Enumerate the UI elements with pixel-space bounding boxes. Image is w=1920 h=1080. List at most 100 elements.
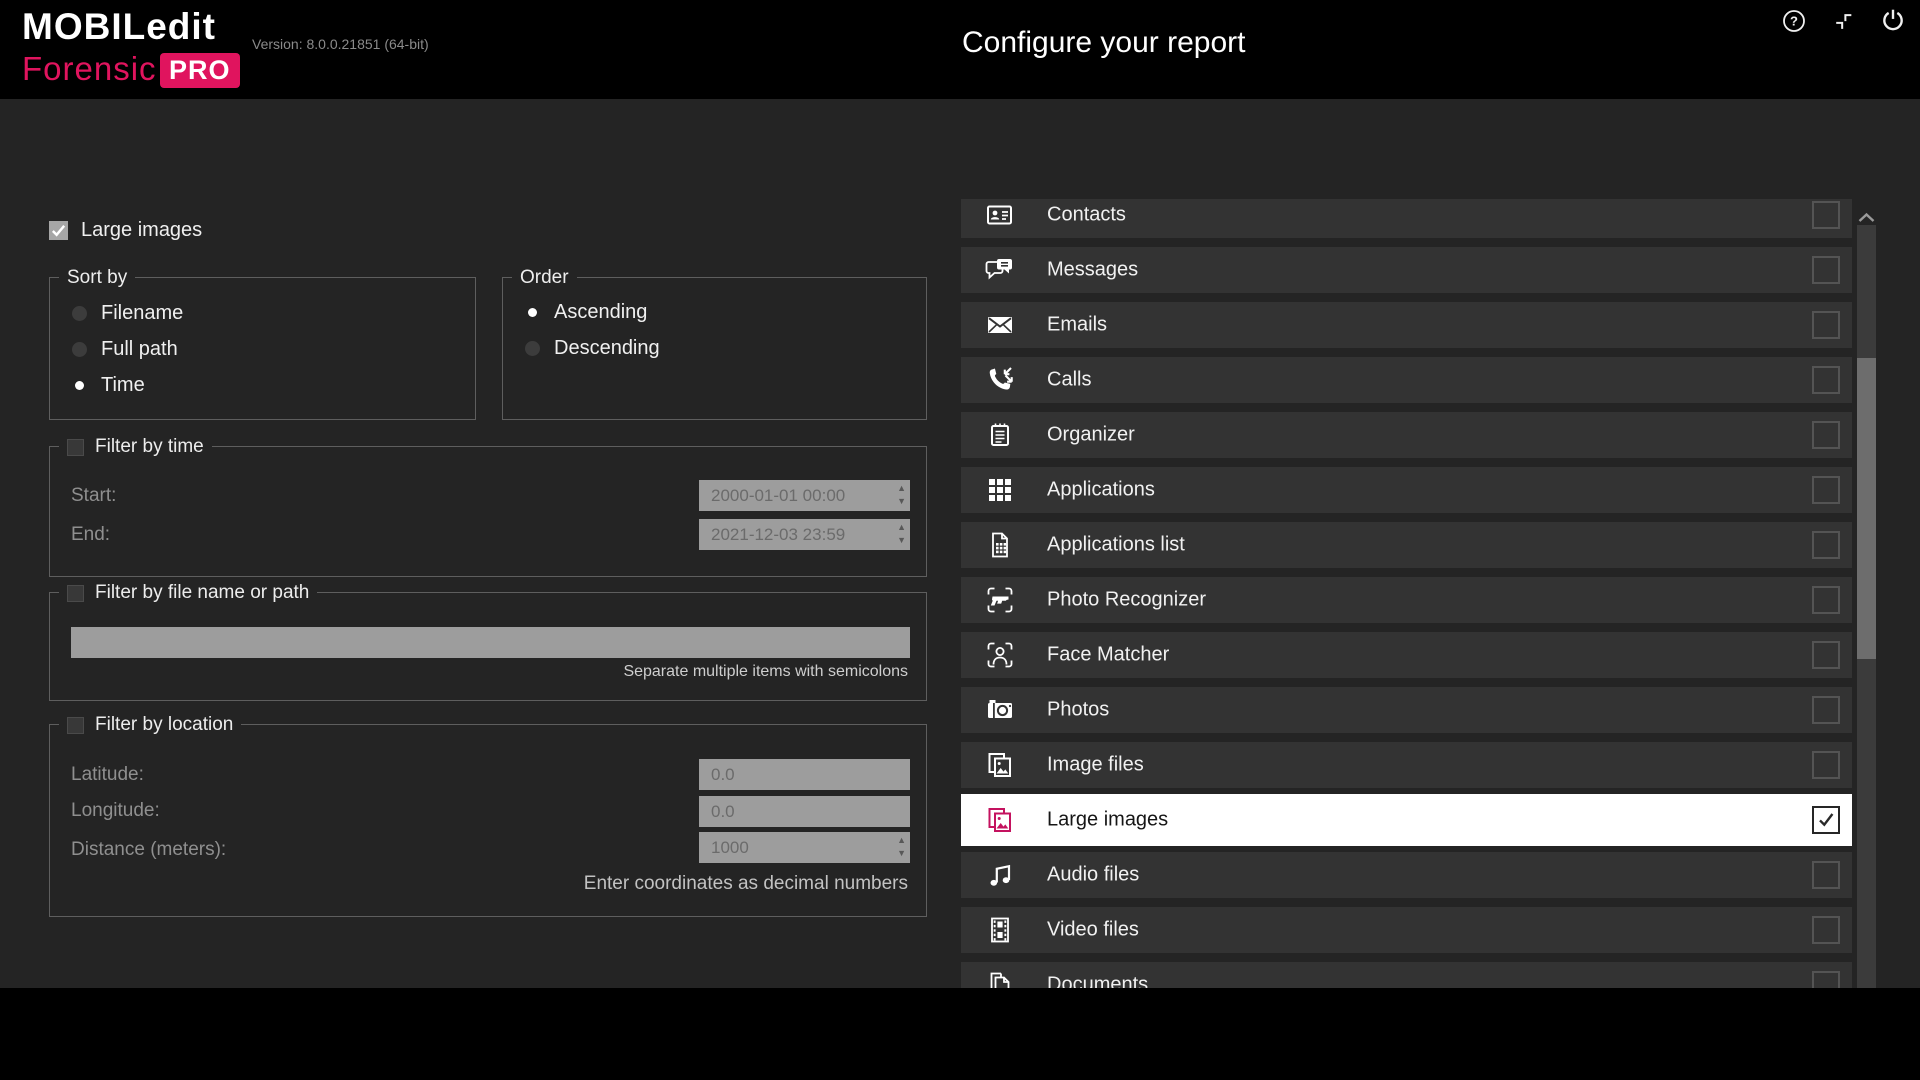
list-item-label: Video files [1047, 919, 1139, 942]
logo-mobiledit: MOBILedit [22, 6, 216, 48]
audio-files-icon [985, 860, 1015, 890]
sort-by-group-label: Sort by [67, 267, 127, 289]
field-input[interactable]: 0.0 [699, 759, 910, 790]
list-item-label: Calls [1047, 369, 1091, 392]
radio-selected-icon[interactable] [525, 305, 540, 320]
list-item-messages[interactable]: Messages [961, 247, 1852, 293]
item-checkbox[interactable] [1812, 531, 1840, 559]
list-item-image-files[interactable]: Image files [961, 742, 1852, 788]
list-item-large-images[interactable]: Large images [961, 794, 1852, 846]
list-item-label: Organizer [1047, 424, 1135, 447]
spinner-arrows-icon[interactable]: ▲▼ [897, 482, 906, 508]
radio-label: Full path [101, 338, 178, 361]
checked-checkbox-icon[interactable] [49, 221, 68, 240]
item-checkbox[interactable] [1812, 476, 1840, 504]
list-item-contacts[interactable]: Contacts [961, 199, 1852, 238]
large-images-checkbox-row[interactable]: Large images [49, 218, 202, 242]
spinner-arrows-icon[interactable]: ▲▼ [897, 521, 906, 547]
item-checkbox[interactable] [1812, 641, 1840, 669]
file-name-filter-input[interactable] [71, 627, 910, 658]
restore-window-icon[interactable] [1833, 11, 1855, 33]
list-item-photo-recognizer[interactable]: Photo Recognizer [961, 577, 1852, 623]
item-checkbox[interactable] [1812, 696, 1840, 724]
field-value: 2000-01-01 00:00 [711, 486, 845, 505]
field-input[interactable]: 1000 ▲▼ [699, 832, 910, 863]
emails-icon [985, 310, 1015, 340]
item-checkbox[interactable] [1812, 916, 1840, 944]
field-value: 1000 [711, 838, 749, 857]
field-label: Longitude: [71, 800, 160, 822]
version-text: Version: 8.0.0.21851 (64-bit) [252, 36, 429, 52]
svg-text:?: ? [1790, 14, 1798, 29]
logo-pro-badge: PRO [160, 53, 240, 88]
item-checkbox[interactable] [1812, 861, 1840, 889]
list-item-calls[interactable]: Calls [961, 357, 1852, 403]
list-item-audio-files[interactable]: Audio files [961, 852, 1852, 898]
list-item-applications[interactable]: Applications [961, 467, 1852, 513]
radio-option-descending[interactable]: Descending [525, 335, 660, 361]
field-input[interactable]: 2021-12-03 23:59▲▼ [699, 519, 910, 550]
item-checkbox[interactable] [1812, 751, 1840, 779]
item-checkbox[interactable] [1812, 311, 1840, 339]
radio-selected-icon[interactable] [72, 378, 87, 393]
radio-label: Descending [554, 337, 660, 360]
sort-by-group: Sort by FilenameFull pathTime [49, 277, 476, 420]
field-label: Distance (meters): [71, 839, 226, 861]
organizer-icon [985, 420, 1015, 450]
list-item-label: Applications [1047, 479, 1155, 502]
applications-list-icon [985, 530, 1015, 560]
list-item-organizer[interactable]: Organizer [961, 412, 1852, 458]
contacts-icon [985, 200, 1015, 230]
field-input[interactable]: 0.0 [699, 796, 910, 827]
list-item-label: Image files [1047, 754, 1144, 777]
scroll-up-icon[interactable] [1857, 211, 1876, 225]
radio-label: Ascending [554, 301, 647, 324]
item-checkbox[interactable] [1812, 806, 1840, 834]
help-icon[interactable]: ? [1782, 9, 1806, 33]
radio-option-full-path[interactable]: Full path [72, 336, 178, 362]
filter-by-location-label: Filter by location [95, 714, 233, 736]
photo-recognizer-icon [985, 585, 1015, 615]
list-item-face-matcher[interactable]: Face Matcher [961, 632, 1852, 678]
radio-option-ascending[interactable]: Ascending [525, 299, 647, 325]
field-label: End: [71, 524, 110, 546]
semicolon-hint: Separate multiple items with semicolons [623, 663, 908, 681]
list-item-label: Emails [1047, 314, 1107, 337]
field-input[interactable]: 2000-01-01 00:00 ▲▼ [699, 480, 910, 511]
messages-icon [985, 255, 1015, 285]
list-item-video-files[interactable]: Video files [961, 907, 1852, 953]
list-item-label: Messages [1047, 259, 1138, 282]
list-item-emails[interactable]: Emails [961, 302, 1852, 348]
scrollbar-thumb[interactable] [1857, 358, 1876, 659]
order-group-label: Order [520, 267, 569, 289]
radio-unselected-icon[interactable] [72, 306, 87, 321]
item-checkbox[interactable] [1812, 586, 1840, 614]
radio-option-filename[interactable]: Filename [72, 300, 183, 326]
field-label: Start: [71, 485, 116, 507]
item-checkbox[interactable] [1812, 256, 1840, 284]
radio-unselected-icon[interactable] [525, 341, 540, 356]
list-item-label: Audio files [1047, 864, 1139, 887]
photos-icon [985, 695, 1015, 725]
list-item-applications-list[interactable]: Applications list [961, 522, 1852, 568]
radio-unselected-icon[interactable] [72, 342, 87, 357]
list-item-label: Contacts [1047, 204, 1126, 227]
list-scrollbar [1857, 211, 1876, 1035]
footer-bar: Back Next [0, 988, 1920, 1080]
power-icon[interactable] [1880, 7, 1906, 33]
list-item-label: Large images [1047, 809, 1168, 832]
item-checkbox[interactable] [1812, 201, 1840, 229]
list-item-photos[interactable]: Photos [961, 687, 1852, 733]
filter-by-name-checkbox[interactable] [67, 585, 84, 602]
spinner-arrows-icon[interactable]: ▲▼ [897, 834, 906, 860]
content-area: Large images Sort by Filename Full path Ti… [0, 99, 1920, 988]
filter-by-time-checkbox[interactable] [67, 439, 84, 456]
filter-by-location-checkbox[interactable] [67, 717, 84, 734]
mobiledit-window: MOBILedit Forensic PRO Version: 8.0.0.21… [0, 0, 1920, 1080]
item-checkbox[interactable] [1812, 366, 1840, 394]
radio-label: Filename [101, 302, 183, 325]
list-item-label: Photos [1047, 699, 1109, 722]
radio-option-time[interactable]: Time [72, 372, 145, 398]
large-images-label: Large images [81, 219, 202, 242]
item-checkbox[interactable] [1812, 421, 1840, 449]
